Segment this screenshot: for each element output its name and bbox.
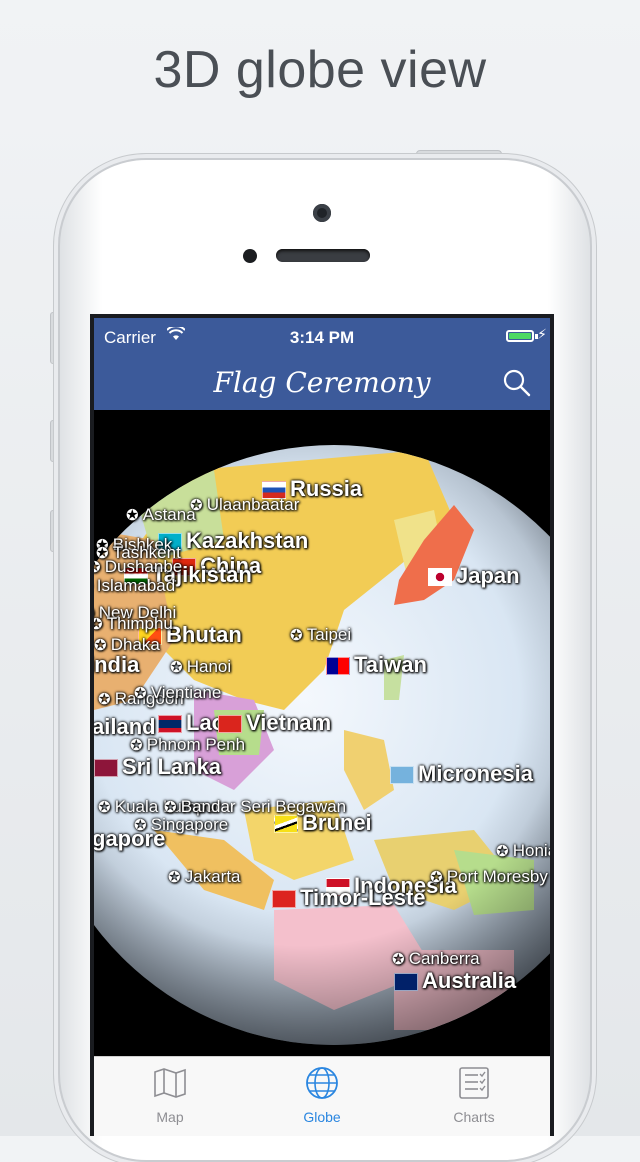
nav-bar: Flag Ceremony xyxy=(94,356,550,410)
vietnam-flag-icon xyxy=(218,715,242,734)
city-label[interactable]: Vientiane xyxy=(134,684,222,701)
country-label-vietnam[interactable]: Vietnam xyxy=(218,712,331,734)
australia-flag-icon xyxy=(394,973,418,992)
country-label-japan[interactable]: Japan xyxy=(428,565,520,587)
headline: 3D globe view xyxy=(153,41,487,99)
city-label[interactable]: Thimphu xyxy=(94,615,173,632)
country-label-sri-lanka[interactable]: Sri Lanka xyxy=(94,756,221,778)
city-label[interactable]: Jakarta xyxy=(168,868,241,885)
status-bar: Carrier 3:14 PM ⚡ xyxy=(94,318,550,356)
charts-icon xyxy=(459,1067,489,1099)
city-label[interactable]: Astana xyxy=(126,506,196,523)
city-label[interactable]: Ulaanbaatar xyxy=(190,496,300,513)
tab-globe-label: Globe xyxy=(303,1109,341,1125)
sri-lanka-flag-icon xyxy=(94,759,118,778)
map-icon xyxy=(154,1068,186,1098)
micronesia-flag-icon xyxy=(390,766,414,785)
globe-view[interactable]: Russia Kazakhstan China Tajikistan Japan… xyxy=(94,410,550,1056)
app-title: Flag Ceremony xyxy=(213,366,431,399)
city-label[interactable]: Singapore xyxy=(134,816,229,833)
earpiece-speaker xyxy=(276,249,370,262)
country-label-australia[interactable]: Australia xyxy=(394,970,516,992)
front-camera xyxy=(313,204,331,222)
country-label-micronesia[interactable]: Micronesia xyxy=(390,763,533,785)
taiwan-flag-icon xyxy=(326,657,350,676)
timor-leste-flag-icon xyxy=(272,890,296,909)
tab-map[interactable]: Map xyxy=(94,1057,246,1136)
charging-icon: ⚡ xyxy=(537,326,547,342)
city-label[interactable]: Islamabad xyxy=(94,577,175,594)
search-icon[interactable] xyxy=(502,368,532,398)
battery-icon xyxy=(506,330,534,342)
japan-flag-icon xyxy=(428,568,452,587)
brunei-flag-icon xyxy=(274,815,298,834)
tab-map-label: Map xyxy=(156,1109,184,1125)
country-label-india[interactable]: india xyxy=(94,654,139,676)
tab-globe[interactable]: Globe xyxy=(246,1057,398,1136)
country-label-timor-leste[interactable]: Timor-Leste xyxy=(272,887,426,909)
city-label[interactable]: Dhaka xyxy=(94,636,160,653)
tab-charts-label: Charts xyxy=(453,1109,495,1125)
city-label[interactable]: Taipei xyxy=(290,626,351,643)
city-label[interactable]: Bandar Seri Begawan xyxy=(164,798,346,815)
city-label[interactable]: Canberra xyxy=(392,950,480,967)
city-label[interactable]: Hanoi xyxy=(170,658,231,675)
globe-icon xyxy=(306,1067,338,1099)
proximity-sensor xyxy=(243,249,257,263)
city-label[interactable]: Dushanbe xyxy=(94,558,183,575)
tab-charts[interactable]: Charts xyxy=(398,1057,550,1136)
city-label[interactable]: Port Moresby xyxy=(430,868,548,885)
phone-screen: Carrier 3:14 PM ⚡ Flag Ceremony Russia K… xyxy=(90,314,554,1136)
tab-bar: Map Globe Charts xyxy=(94,1056,550,1136)
laos-flag-icon xyxy=(158,715,182,734)
country-label-taiwan[interactable]: Taiwan xyxy=(326,654,427,676)
status-time: 3:14 PM xyxy=(289,328,355,347)
city-label[interactable]: Honiara xyxy=(496,842,550,859)
city-label[interactable]: Phnom Penh xyxy=(130,736,245,753)
